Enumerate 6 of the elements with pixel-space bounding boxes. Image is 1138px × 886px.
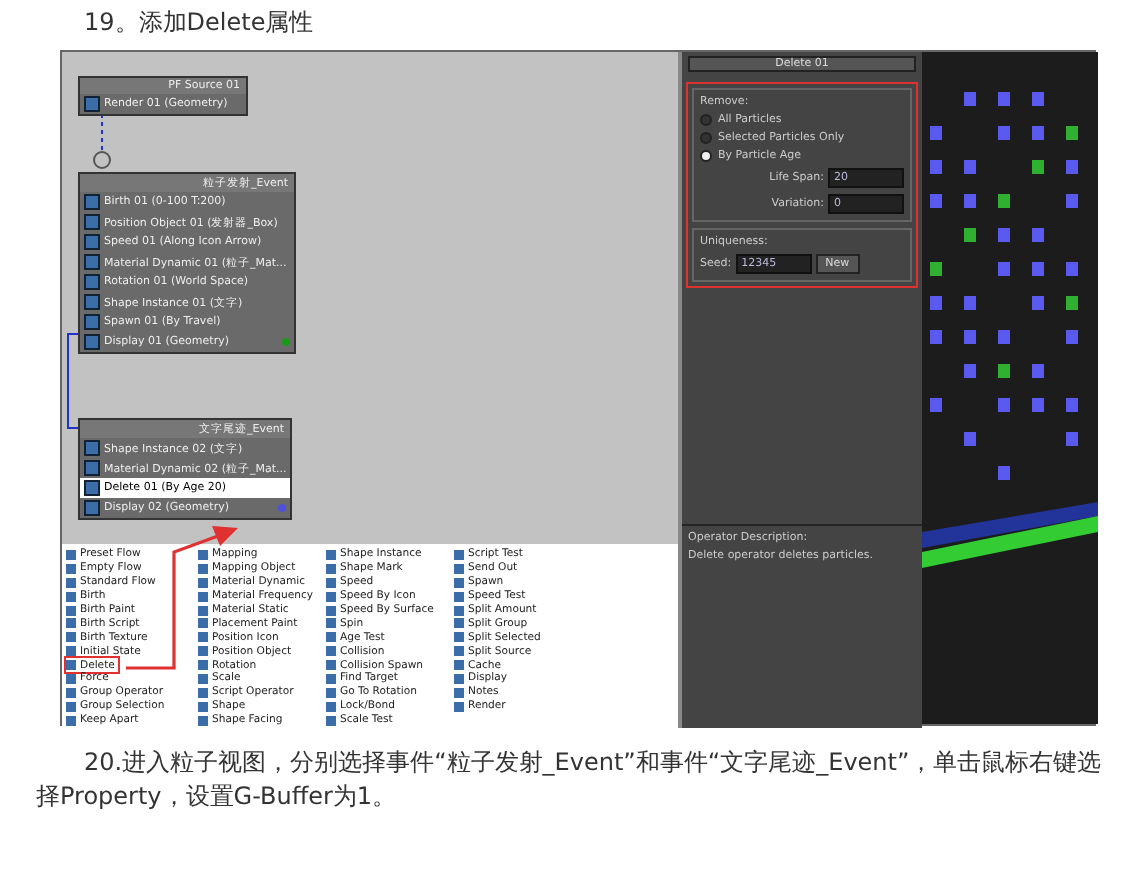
wire-drawing <box>64 332 78 432</box>
step-heading: 19。添加Delete属性 <box>82 6 316 40</box>
event-node[interactable] <box>78 172 296 354</box>
operator-icon <box>84 96 100 112</box>
wire-drawing <box>92 114 112 170</box>
step-paragraph: 20.进入粒子视图，分别选择事件“粒子发射_Event”和事件“文字尾迹_Event”，单击鼠标右键选择Property，设置G-Buffer为1。 <box>34 746 1104 814</box>
